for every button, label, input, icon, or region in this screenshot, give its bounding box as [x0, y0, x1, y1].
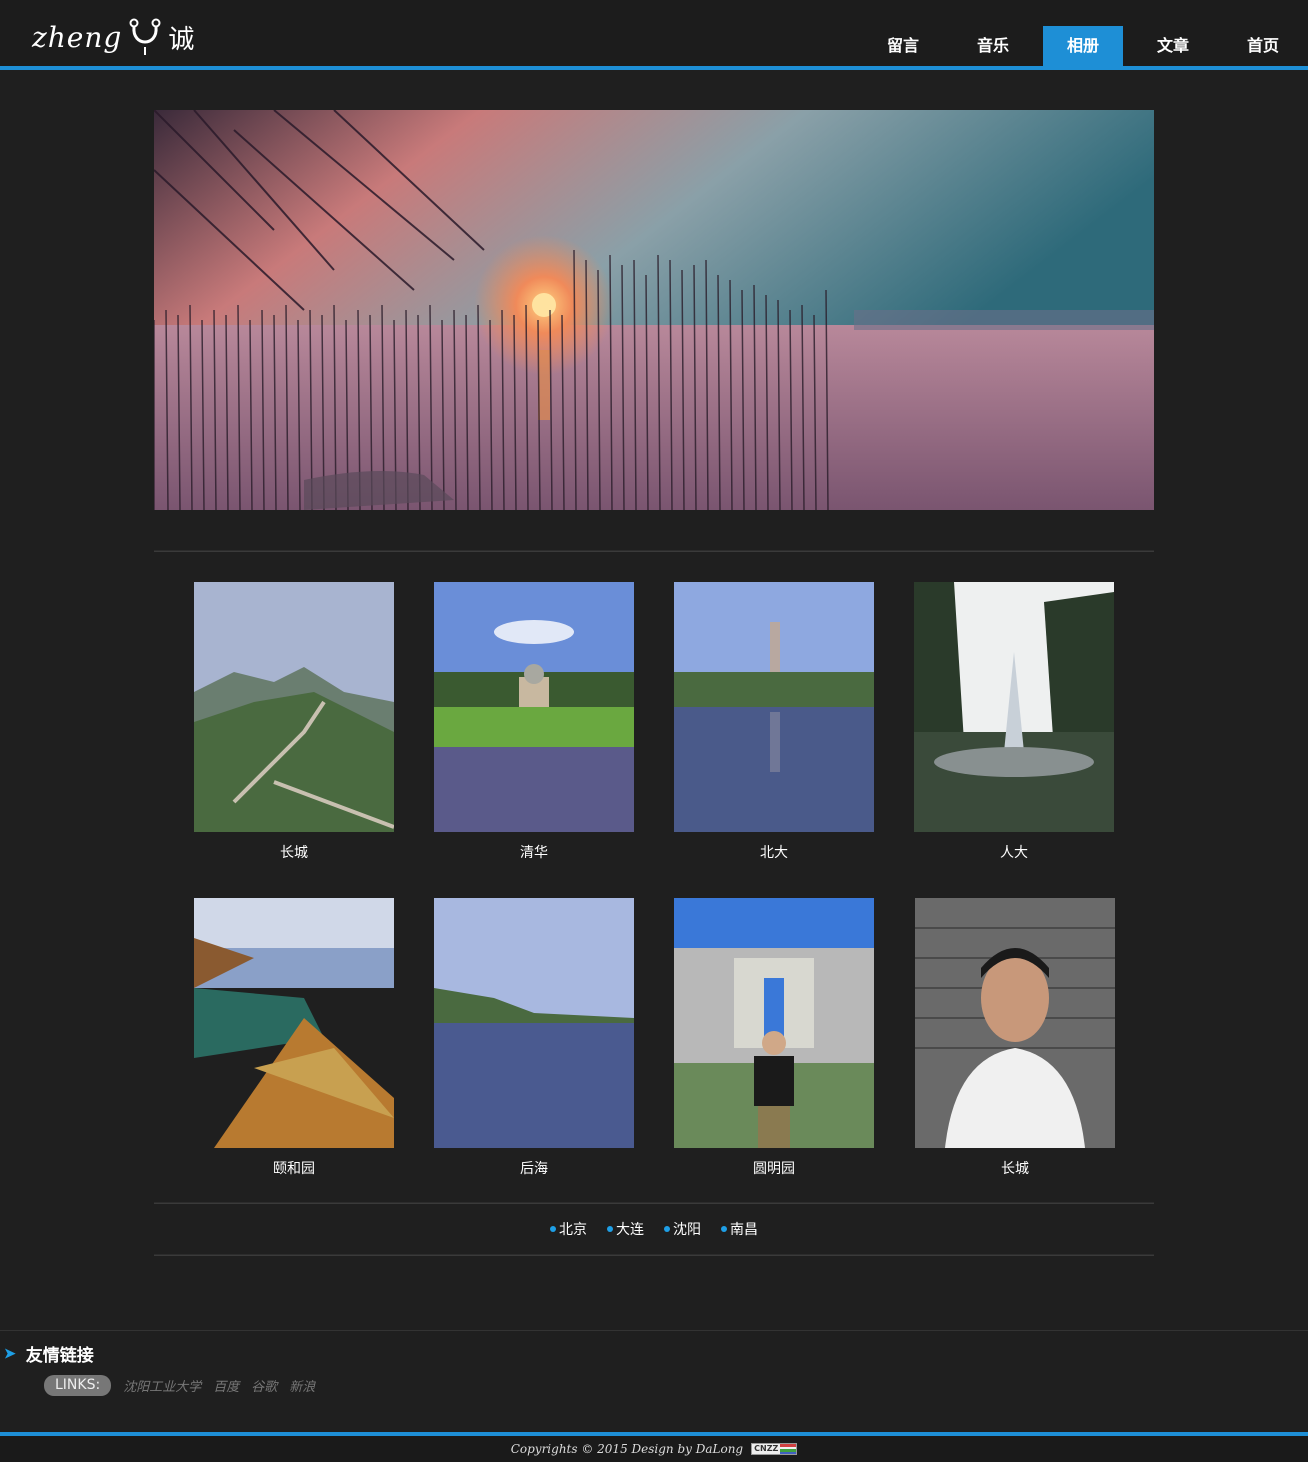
city-divider	[154, 1254, 1154, 1256]
banner-image	[154, 110, 1154, 510]
bullet-icon	[721, 1226, 727, 1232]
main-nav: 留言 音乐 相册 文章 首页	[858, 26, 1308, 66]
links-label: LINKS:	[44, 1375, 112, 1396]
photo-caption: 人大	[1000, 845, 1028, 861]
arrow-right-icon: ➤	[4, 1345, 16, 1362]
logo-cn-text: 诚	[168, 24, 195, 55]
bullet-icon	[550, 1226, 556, 1232]
photo-great-wall[interactable]	[194, 582, 394, 832]
photo-old-summer-palace[interactable]	[674, 898, 874, 1148]
photo-caption: 颐和园	[273, 1161, 315, 1177]
city-tag-beijing[interactable]: 北京	[550, 1219, 587, 1239]
photo-great-wall-portrait[interactable]	[915, 898, 1115, 1148]
gallery-divider	[154, 1202, 1154, 1204]
photo-renmin-university[interactable]	[914, 582, 1114, 832]
copyright-text: Copyrights © 2015 Design by DaLong	[510, 1442, 744, 1456]
link-item[interactable]: 沈阳工业大学	[123, 1376, 201, 1395]
nav-item-guestbook[interactable]: 留言	[858, 26, 948, 66]
bullet-icon	[607, 1226, 613, 1232]
link-item[interactable]: 新浪	[289, 1376, 315, 1395]
friend-links-title: 友情链接	[25, 1346, 94, 1366]
photo-caption: 清华	[520, 845, 548, 861]
cnzz-badge-text: CNZZ	[752, 1444, 781, 1454]
cnzz-bars-icon	[780, 1444, 797, 1454]
photo-caption: 北大	[760, 845, 788, 861]
city-tag-nanchang[interactable]: 南昌	[721, 1219, 758, 1239]
photo-caption: 圆明园	[753, 1161, 795, 1177]
photo-caption: 后海	[520, 1161, 548, 1177]
bullet-icon	[664, 1226, 670, 1232]
photo-caption: 长城	[1001, 1161, 1029, 1177]
friend-links-heading: ➤ 友情链接	[4, 1341, 94, 1367]
city-filter: 北京 大连 沈阳 南昌	[0, 1219, 1308, 1239]
city-tag-dalian[interactable]: 大连	[607, 1219, 644, 1239]
logo-smile-icon	[129, 18, 161, 55]
cnzz-badge[interactable]: CNZZ	[751, 1443, 798, 1455]
nav-item-home[interactable]: 首页	[1218, 26, 1308, 66]
photo-houhai[interactable]	[434, 898, 634, 1148]
logo-latin-text: zheng	[32, 20, 123, 54]
links-row: LINKS: 沈阳工业大学 百度 谷歌 新浪	[44, 1375, 315, 1396]
nav-item-articles[interactable]: 文章	[1128, 26, 1218, 66]
link-item[interactable]: 谷歌	[251, 1376, 277, 1395]
nav-item-music[interactable]: 音乐	[948, 26, 1038, 66]
top-divider	[154, 550, 1154, 552]
nav-item-album[interactable]: 相册	[1043, 26, 1123, 66]
photo-summer-palace[interactable]	[194, 898, 394, 1148]
site-logo[interactable]: zheng 诚	[32, 14, 194, 60]
photo-tsinghua[interactable]	[434, 582, 634, 832]
site-footer: Copyrights © 2015 Design by DaLong CNZZ	[0, 1432, 1308, 1462]
link-item[interactable]: 百度	[213, 1376, 239, 1395]
city-tag-shenyang[interactable]: 沈阳	[664, 1219, 701, 1239]
friend-links-section: ➤ 友情链接 LINKS: 沈阳工业大学 百度 谷歌 新浪	[0, 1330, 1308, 1432]
site-header: zheng 诚 留言 音乐 相册 文章 首页	[0, 0, 1308, 70]
photo-peking-university[interactable]	[674, 582, 874, 832]
photo-caption: 长城	[280, 845, 308, 861]
